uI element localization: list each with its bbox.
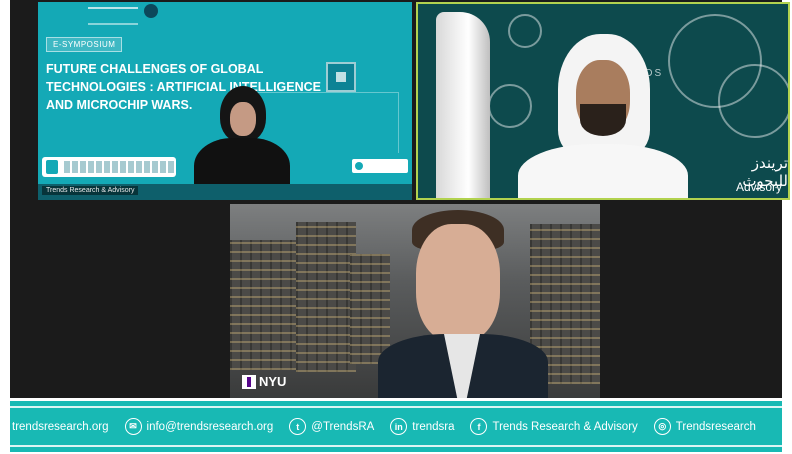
- microchip-icon: [326, 62, 356, 92]
- face: [230, 102, 256, 136]
- backdrop-advisory-text: Advisory: [736, 180, 783, 194]
- facebook-text: Trends Research & Advisory: [492, 420, 638, 433]
- building: [296, 222, 356, 372]
- instagram-text: Trendsresearch: [675, 420, 756, 433]
- participant-name-label: Trends Research & Advisory: [42, 186, 139, 195]
- banner-divider-bottom: [10, 445, 782, 447]
- contact-banner: trendsresearch.org ✉ info@trendsresearch…: [10, 401, 782, 452]
- bg-decor-circle: [718, 64, 788, 138]
- participant-video-woman: [194, 86, 290, 200]
- slide-tag: [352, 159, 408, 173]
- linkedin-text: trendsra: [412, 420, 455, 433]
- nyu-torch-icon: [242, 374, 256, 389]
- face: [416, 224, 500, 342]
- facebook-icon: f: [470, 418, 488, 435]
- slide-email-text: [64, 161, 174, 173]
- slide-header: [38, 2, 412, 30]
- kandura: [518, 144, 688, 198]
- slide-email-box: [42, 157, 176, 177]
- linkedin-icon: in: [390, 418, 408, 435]
- website-item[interactable]: trendsresearch.org: [12, 421, 109, 433]
- facebook-item[interactable]: f Trends Research & Advisory: [470, 418, 638, 435]
- twitter-item[interactable]: t @TrendsRA: [289, 418, 374, 435]
- instagram-icon: ◎: [653, 418, 671, 435]
- trends-logo: [88, 7, 138, 25]
- email-text: info@trendsresearch.org: [146, 420, 274, 433]
- nyu-logo-text: NYU: [259, 374, 287, 389]
- twitter-icon: t: [289, 418, 307, 435]
- banner-divider-top: [10, 406, 782, 408]
- website-text: trendsresearch.org: [12, 420, 109, 433]
- linkedin-item[interactable]: in trendsra: [390, 418, 454, 435]
- video-tile-active-speaker[interactable]: TRENDS تريندز للبحوث Advisory: [416, 2, 790, 200]
- symposium-badge: E-SYMPOSIUM: [46, 37, 123, 52]
- flag: [436, 12, 490, 198]
- beard: [580, 104, 626, 136]
- video-tile-presenter-slide[interactable]: E-SYMPOSIUM FUTURE CHALLENGES OF GLOBAL …: [38, 2, 412, 200]
- nyu-logo: NYU: [242, 374, 286, 389]
- video-grid: E-SYMPOSIUM FUTURE CHALLENGES OF GLOBAL …: [10, 0, 790, 398]
- mail-icon: ✉: [124, 418, 142, 435]
- email-icon: [46, 160, 58, 174]
- participant-video-man: [518, 34, 688, 198]
- twitter-text: @TrendsRA: [311, 420, 375, 433]
- building: [230, 240, 300, 370]
- email-item[interactable]: ✉ info@trendsresearch.org: [124, 418, 274, 435]
- video-tile-nyu-participant[interactable]: NYU: [230, 204, 600, 398]
- logo-emblem-icon: [144, 4, 158, 18]
- participant-video-man-suit: [378, 210, 548, 398]
- instagram-item[interactable]: ◎ Trendsresearch: [653, 418, 756, 435]
- contact-items: trendsresearch.org ✉ info@trendsresearch…: [10, 418, 756, 435]
